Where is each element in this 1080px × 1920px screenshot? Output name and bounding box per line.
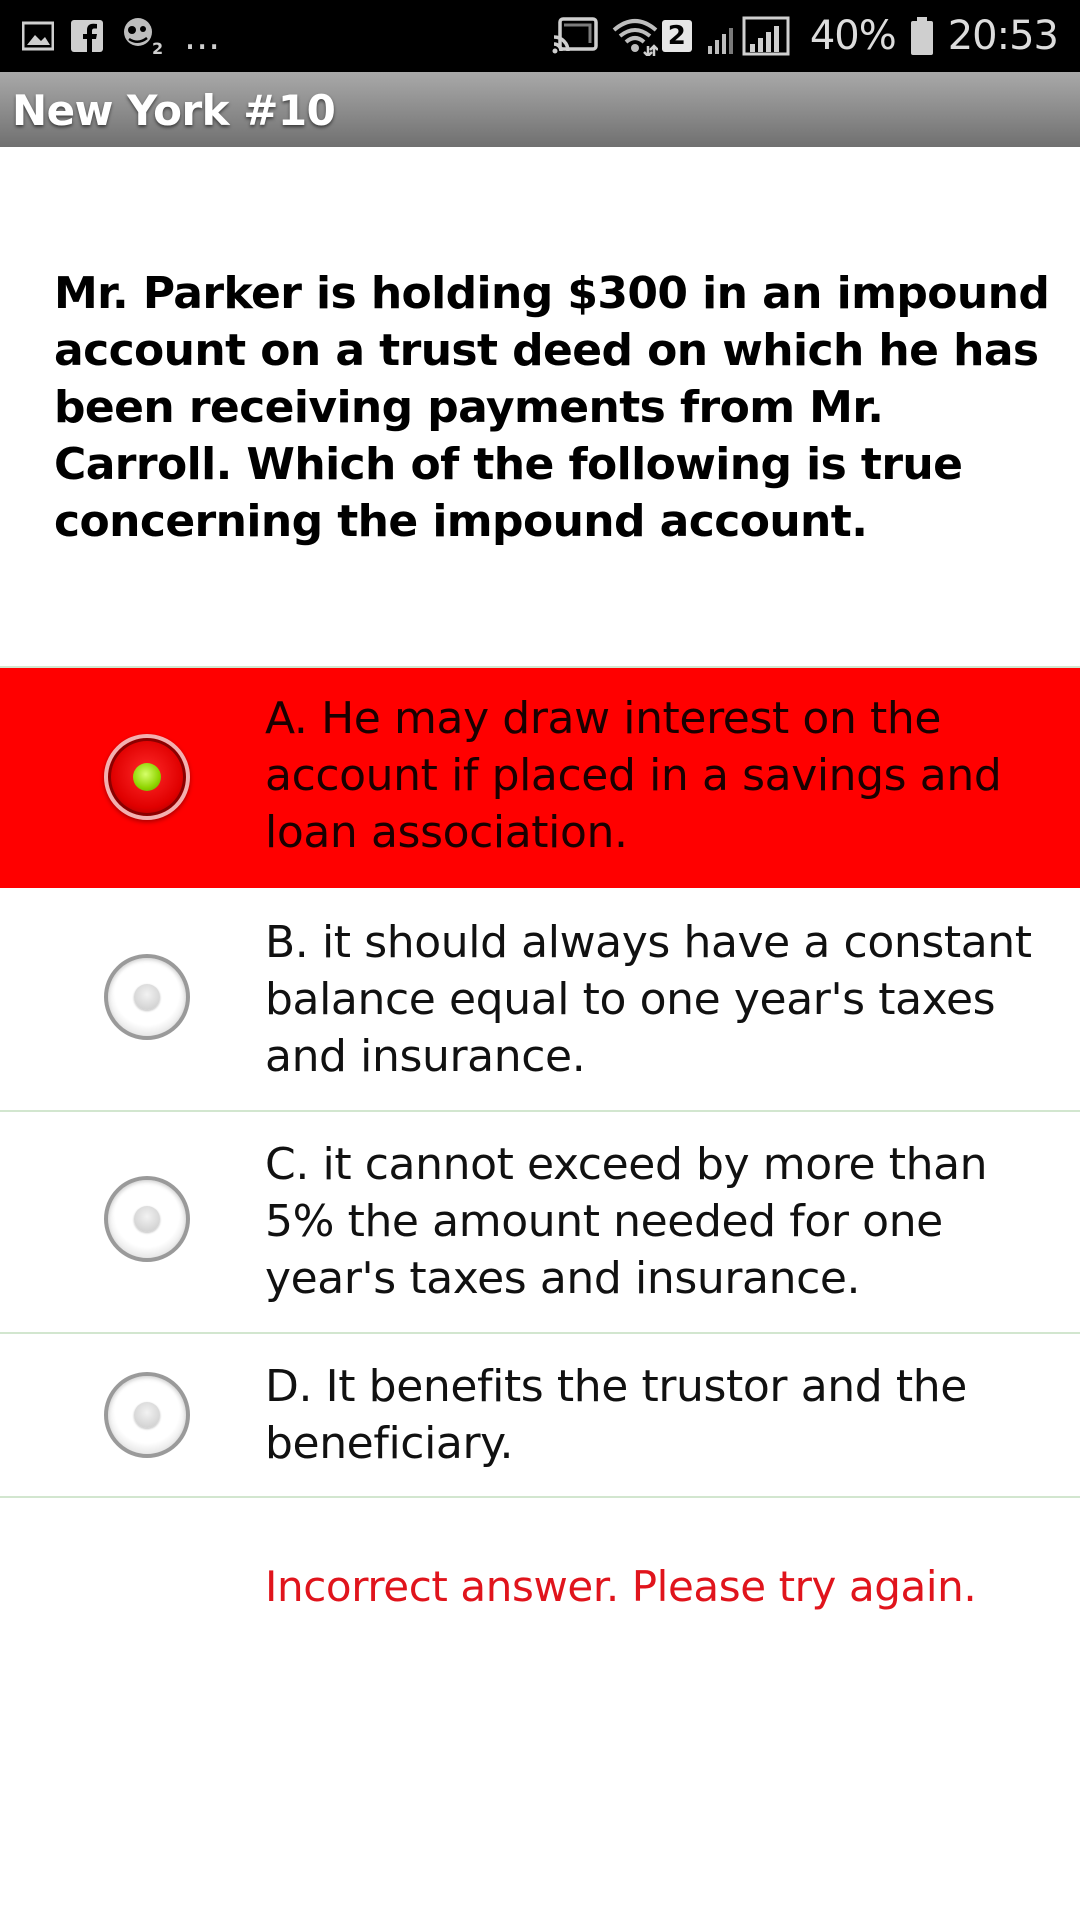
gallery-icon <box>22 21 54 51</box>
status-bar: 2 ... 2 40% 20:53 <box>0 0 1080 72</box>
battery-icon <box>910 16 934 56</box>
radio-button-c[interactable] <box>104 1176 190 1262</box>
option-divider <box>0 1332 1080 1334</box>
answer-option-b[interactable]: B. it should always have a constant bala… <box>0 888 1080 1110</box>
cast-icon <box>552 17 598 55</box>
wifi-icon: 2 <box>612 16 692 56</box>
option-label-c: C. it cannot exceed by more than 5% the … <box>265 1139 988 1304</box>
svg-text:2: 2 <box>152 39 163 56</box>
option-label-a: A. He may draw interest on the account i… <box>265 693 1002 858</box>
clock: 20:53 <box>947 13 1059 59</box>
radio-button-d[interactable] <box>104 1372 190 1458</box>
page-title: New York #10 <box>12 86 336 135</box>
answer-option-a[interactable]: A. He may draw interest on the account i… <box>0 666 1080 888</box>
feedback-message: Incorrect answer. Please try again. <box>265 1562 977 1611</box>
answer-option-c[interactable]: C. it cannot exceed by more than 5% the … <box>0 1110 1080 1332</box>
answer-option-d[interactable]: D. It benefits the trustor and the benef… <box>0 1332 1080 1498</box>
facebook-icon <box>70 19 104 53</box>
option-divider <box>0 1496 1080 1498</box>
status-bar-left: 2 ... <box>22 12 220 60</box>
option-divider <box>0 666 1080 668</box>
radio-unselected-dot <box>134 984 160 1010</box>
battery-percent: 40% <box>809 13 897 59</box>
status-bar-right: 2 40% 20:53 <box>552 12 1059 60</box>
radio-selected-dot <box>133 763 161 791</box>
radio-unselected-dot <box>134 1206 160 1232</box>
option-label-d: D. It benefits the trustor and the benef… <box>265 1361 967 1469</box>
notification-overflow: ... <box>184 14 221 58</box>
zombie-app-icon: 2 <box>120 16 166 56</box>
option-label-b: B. it should always have a constant bala… <box>265 917 1032 1082</box>
radio-button-b[interactable] <box>104 954 190 1040</box>
radio-unselected-dot <box>134 1402 160 1428</box>
option-divider <box>0 1110 1080 1112</box>
radio-button-a[interactable] <box>104 734 190 820</box>
sim-badge: 2 <box>661 20 692 52</box>
question-text: Mr. Parker is holding $300 in an impound… <box>54 268 1050 547</box>
title-bar: New York #10 <box>0 72 1080 147</box>
signal-icon <box>706 16 796 56</box>
